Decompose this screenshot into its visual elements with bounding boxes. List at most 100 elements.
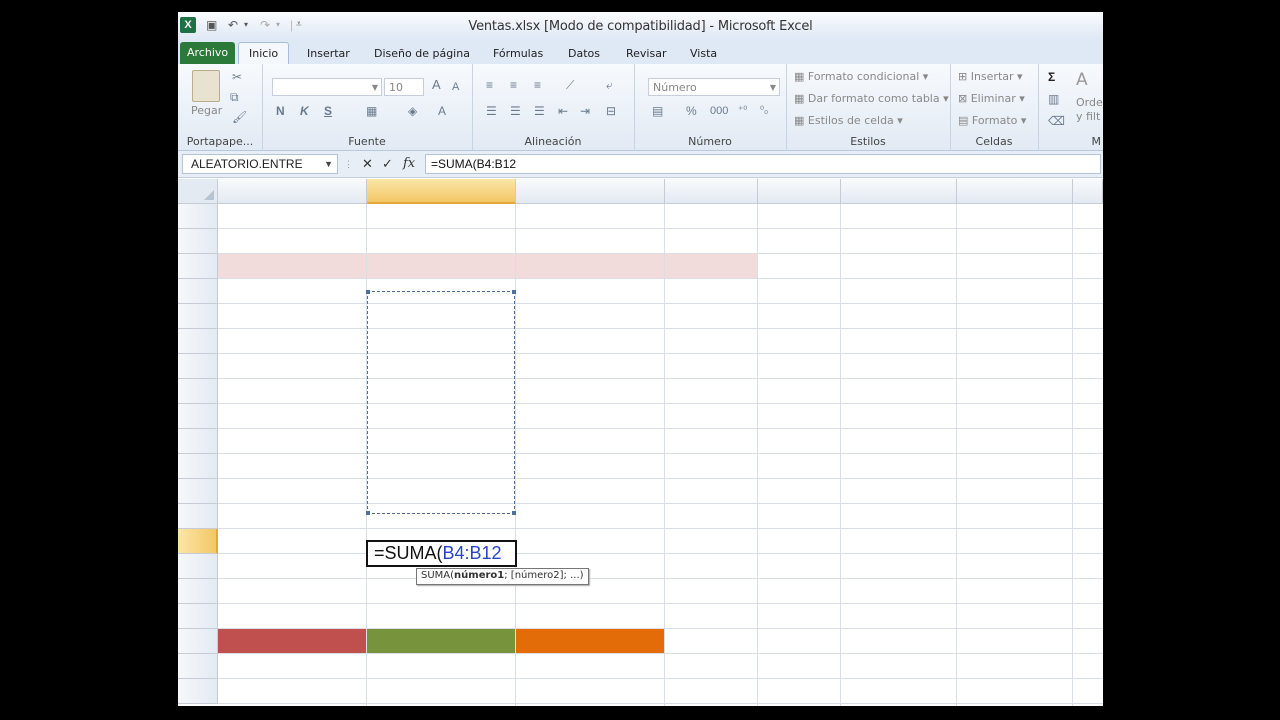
paste-icon[interactable] bbox=[192, 70, 220, 102]
column-header-a[interactable] bbox=[218, 179, 367, 204]
copy-icon[interactable]: ⧉ bbox=[230, 90, 239, 104]
align-left-icon[interactable]: ☰ bbox=[486, 104, 497, 118]
font-name-combo[interactable]: ▼ bbox=[272, 78, 382, 96]
align-middle-icon[interactable]: ≡ bbox=[510, 78, 517, 92]
cell-a5[interactable] bbox=[218, 304, 367, 329]
borders-icon[interactable]: ▦ bbox=[366, 104, 377, 118]
column-header-b[interactable] bbox=[367, 179, 516, 204]
row-header-18[interactable] bbox=[178, 629, 218, 654]
format-painter-icon[interactable]: 🖌 bbox=[232, 110, 247, 124]
cell-d4[interactable] bbox=[665, 279, 758, 304]
column-header-d[interactable] bbox=[665, 179, 758, 204]
row-header-7[interactable] bbox=[178, 354, 218, 379]
tab-revisar[interactable]: Revisar bbox=[626, 44, 666, 64]
merge-center-icon[interactable]: ⊟ bbox=[606, 104, 616, 118]
cell-d12[interactable] bbox=[665, 479, 758, 504]
cell-c5[interactable] bbox=[516, 304, 665, 329]
row-header-6[interactable] bbox=[178, 329, 218, 354]
range-handle[interactable] bbox=[512, 511, 516, 515]
formula-input[interactable]: =SUMA(B4:B12 bbox=[425, 154, 1101, 174]
font-color-icon[interactable]: A bbox=[438, 104, 446, 118]
cell-styles-button[interactable]: ▦ Estilos de celda ▾ bbox=[794, 114, 903, 127]
thousands-button[interactable]: 000 bbox=[710, 104, 728, 118]
row-header-5[interactable] bbox=[178, 304, 218, 329]
align-top-icon[interactable]: ≡ bbox=[486, 78, 493, 92]
cell-c18[interactable] bbox=[516, 629, 665, 654]
insert-cells-button[interactable]: ⊞ Insertar ▾ bbox=[958, 70, 1023, 83]
delete-cells-button[interactable]: ⊠ Eliminar ▾ bbox=[958, 92, 1025, 105]
cell-d3[interactable] bbox=[665, 254, 758, 279]
align-bottom-icon[interactable]: ≡ bbox=[534, 78, 541, 92]
cut-icon[interactable]: ✂ bbox=[232, 70, 242, 84]
cell-a10[interactable] bbox=[218, 429, 367, 454]
select-all-corner[interactable] bbox=[178, 179, 218, 204]
cell-a7[interactable] bbox=[218, 354, 367, 379]
column-header-c[interactable] bbox=[516, 179, 665, 204]
cell-d10[interactable] bbox=[665, 429, 758, 454]
sort-filter-icon[interactable]: A bbox=[1076, 70, 1088, 90]
function-tooltip[interactable]: SUMA(número1; [número2]; ...) bbox=[416, 568, 589, 585]
row-header-10[interactable] bbox=[178, 429, 218, 454]
format-cells-button[interactable]: ▤ Formato ▾ bbox=[958, 114, 1026, 127]
align-right-icon[interactable]: ☰ bbox=[534, 104, 545, 118]
range-handle[interactable] bbox=[512, 290, 516, 294]
cell-b19[interactable] bbox=[367, 654, 516, 679]
format-as-table-button[interactable]: ▦ Dar formato como tabla ▾ bbox=[794, 92, 949, 105]
cell-c12[interactable] bbox=[516, 479, 665, 504]
row-header-9[interactable] bbox=[178, 404, 218, 429]
cell-d11[interactable] bbox=[665, 454, 758, 479]
cell-c6[interactable] bbox=[516, 329, 665, 354]
cell-c8[interactable] bbox=[516, 379, 665, 404]
increase-decimal-icon[interactable]: ⁺⁰ bbox=[738, 104, 747, 118]
row-header-16[interactable] bbox=[178, 579, 218, 604]
cell-d6[interactable] bbox=[665, 329, 758, 354]
row-header-15[interactable] bbox=[178, 554, 218, 579]
tab-formulas[interactable]: Fórmulas bbox=[493, 44, 543, 64]
cell-d8[interactable] bbox=[665, 379, 758, 404]
tab-diseno-pagina[interactable]: Diseño de página bbox=[374, 44, 470, 64]
cell-a9[interactable] bbox=[218, 404, 367, 429]
cell-a2[interactable] bbox=[218, 229, 367, 254]
cell-d9[interactable] bbox=[665, 404, 758, 429]
cell-b3[interactable] bbox=[367, 254, 516, 279]
underline-button[interactable]: S bbox=[324, 104, 332, 118]
cell-c10[interactable] bbox=[516, 429, 665, 454]
row-header-11[interactable] bbox=[178, 454, 218, 479]
cell-c11[interactable] bbox=[516, 454, 665, 479]
range-handle[interactable] bbox=[366, 290, 370, 294]
row-header-17[interactable] bbox=[178, 604, 218, 629]
cell-a19[interactable] bbox=[218, 654, 367, 679]
row-header-12[interactable] bbox=[178, 479, 218, 504]
name-box[interactable]: ALEATORIO.ENTRE ▼ bbox=[182, 154, 338, 174]
confirm-entry-icon[interactable]: ✓ bbox=[382, 155, 393, 173]
currency-icon[interactable]: ▤ bbox=[652, 104, 663, 118]
cell-a14[interactable] bbox=[218, 529, 367, 554]
tab-vista[interactable]: Vista bbox=[690, 44, 717, 64]
conditional-format-button[interactable]: ▦ Formato condicional ▾ bbox=[794, 70, 928, 83]
fill-icon[interactable]: ▥ bbox=[1048, 92, 1059, 106]
row-header-2[interactable] bbox=[178, 229, 218, 254]
cell-c7[interactable] bbox=[516, 354, 665, 379]
decrease-decimal-icon[interactable]: ⁰₀ bbox=[760, 104, 768, 118]
active-cell-editor[interactable]: =SUMA(B4:B12 bbox=[366, 540, 517, 567]
range-handle[interactable] bbox=[366, 511, 370, 515]
cell-d7[interactable] bbox=[665, 354, 758, 379]
column-header-e[interactable] bbox=[758, 179, 841, 204]
row-header-19[interactable] bbox=[178, 654, 218, 679]
row-header-1[interactable] bbox=[178, 204, 218, 229]
cell-a18[interactable] bbox=[218, 629, 367, 654]
cell-c4[interactable] bbox=[516, 279, 665, 304]
cell-a12[interactable] bbox=[218, 479, 367, 504]
cancel-entry-icon[interactable]: ✕ bbox=[362, 155, 373, 173]
fill-color-icon[interactable]: ◈ bbox=[408, 104, 417, 118]
cell-c3[interactable] bbox=[516, 254, 665, 279]
cell-a4[interactable] bbox=[218, 279, 367, 304]
shrink-font-icon[interactable]: A bbox=[452, 80, 459, 94]
align-center-icon[interactable]: ☰ bbox=[510, 104, 521, 118]
tab-archivo[interactable]: Archivo bbox=[180, 42, 236, 64]
autosum-button[interactable]: Σ bbox=[1048, 70, 1055, 84]
font-size-combo[interactable]: 10 bbox=[384, 78, 424, 96]
grow-font-icon[interactable]: A bbox=[432, 78, 441, 92]
tooltip-function-name[interactable]: SUMA( bbox=[421, 570, 454, 581]
increase-indent-icon[interactable]: ⇥ bbox=[580, 104, 590, 118]
